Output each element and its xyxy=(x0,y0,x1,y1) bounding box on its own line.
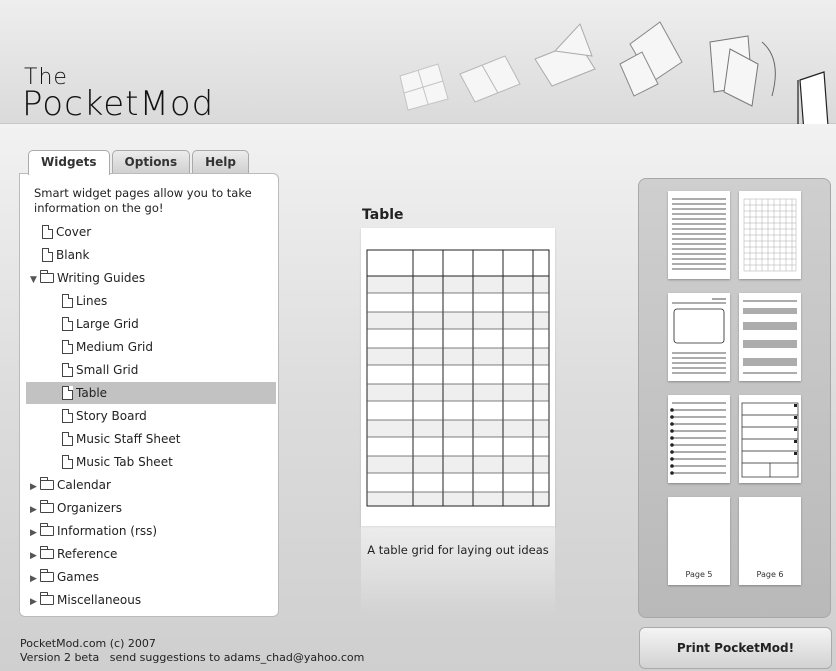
preview-page xyxy=(361,228,555,526)
page-thumb-8[interactable]: Page 6 xyxy=(739,497,801,585)
folder-icon xyxy=(40,477,54,490)
tree-item-label: Cover xyxy=(56,225,92,239)
collapse-arrow-icon[interactable]: ▶ xyxy=(30,591,40,613)
logo-name-text: PocketMod xyxy=(22,84,215,124)
tree-item-label: Miscellaneous xyxy=(57,593,142,607)
page-icon xyxy=(62,340,73,354)
folder-icon xyxy=(40,523,54,536)
page-5-label: Page 5 xyxy=(685,570,713,579)
tree-item-medium-grid[interactable]: Medium Grid xyxy=(26,336,276,358)
collapse-arrow-icon[interactable]: ▶ xyxy=(30,545,40,567)
tree-item-label: Organizers xyxy=(57,501,122,515)
page-icon xyxy=(62,455,73,469)
tree-item-label: Music Staff Sheet xyxy=(76,432,181,446)
tab-help[interactable]: Help xyxy=(192,150,250,174)
footer-version: Version 2 beta send suggestions to adams… xyxy=(20,651,365,664)
collapse-arrow-icon[interactable]: ▶ xyxy=(30,499,40,521)
tab-widgets[interactable]: Widgets xyxy=(28,150,110,175)
footer-copyright: PocketMod.com (c) 2007 xyxy=(20,637,156,650)
page-thumb-1[interactable] xyxy=(668,191,730,279)
tree-item-label: Calendar xyxy=(57,478,111,492)
page-thumb-5[interactable] xyxy=(668,395,730,483)
folder-icon xyxy=(40,546,54,559)
story-board-thumb-graphic xyxy=(672,298,726,374)
pocketmod-pages-panel: Page 5 Page 6 xyxy=(638,178,831,618)
page-icon xyxy=(62,363,73,377)
tree-folder-writing-guides[interactable]: ▼ Writing Guides xyxy=(26,267,276,289)
small-grid-thumb-graphic xyxy=(743,198,797,272)
tree-item-label: Writing Guides xyxy=(57,271,146,285)
footer: PocketMod.com (c) 2007 Version 2 beta se… xyxy=(20,637,364,665)
widget-intro-text: Smart widget pages allow you to take inf… xyxy=(34,186,252,215)
tree-folder-miscellaneous[interactable]: ▶ Miscellaneous xyxy=(26,589,276,611)
sidebar-tabs: Widgets Options Help xyxy=(28,150,251,175)
expand-arrow-icon[interactable]: ▼ xyxy=(30,269,40,291)
page-icon xyxy=(42,225,53,239)
page-icon xyxy=(62,409,73,423)
page-thumb-6[interactable] xyxy=(739,395,801,483)
lined-list-thumb-graphic xyxy=(670,402,726,475)
page-icon xyxy=(62,386,73,400)
page-icon xyxy=(62,317,73,331)
folding-steps-illustration xyxy=(399,21,829,124)
organizer-thumb-graphic xyxy=(741,402,799,478)
print-pocketmod-button[interactable]: Print PocketMod! xyxy=(639,627,832,669)
tree-folder-organizers[interactable]: ▶ Organizers xyxy=(26,497,276,519)
collapse-arrow-icon[interactable]: ▶ xyxy=(30,522,40,544)
tree-item-cover[interactable]: Cover xyxy=(26,221,276,243)
folder-icon xyxy=(40,500,54,513)
folder-icon xyxy=(40,592,54,605)
page-6-label: Page 6 xyxy=(756,570,784,579)
page-thumb-4[interactable] xyxy=(739,293,801,381)
tree-item-story-board[interactable]: Story Board xyxy=(26,405,276,427)
tree-folder-reference[interactable]: ▶ Reference xyxy=(26,543,276,565)
tree-folder-information-rss[interactable]: ▶ Information (rss) xyxy=(26,520,276,542)
tree-item-large-grid[interactable]: Large Grid xyxy=(26,313,276,335)
tree-item-label: Lines xyxy=(76,294,108,308)
page-icon xyxy=(62,294,73,308)
tree-folder-calendar[interactable]: ▶ Calendar xyxy=(26,474,276,496)
preview-reflection xyxy=(361,526,555,616)
preview-caption: A table grid for laying out ideas xyxy=(367,543,549,557)
header-banner: The PocketMod xyxy=(0,0,836,124)
tree-item-music-tab-sheet[interactable]: Music Tab Sheet xyxy=(26,451,276,473)
widget-tree-panel: Smart widget pages allow you to take inf… xyxy=(19,173,279,617)
page-thumb-7[interactable]: Page 5 xyxy=(668,497,730,585)
tree-folder-games[interactable]: ▶ Games xyxy=(26,566,276,588)
collapse-arrow-icon[interactable]: ▶ xyxy=(30,568,40,590)
tree-item-label: Music Tab Sheet xyxy=(76,455,173,469)
folder-icon xyxy=(40,569,54,582)
page-icon xyxy=(42,248,53,262)
tree-item-label: Small Grid xyxy=(76,363,139,377)
collapse-arrow-icon[interactable]: ▶ xyxy=(30,476,40,498)
music-staff-thumb-graphic xyxy=(743,300,797,374)
tree-item-label: Table xyxy=(76,386,108,400)
tree-item-label: Games xyxy=(57,570,99,584)
page-icon xyxy=(62,432,73,446)
lines-thumb-graphic xyxy=(672,198,726,270)
tree-item-label: Medium Grid xyxy=(76,340,153,354)
tree-item-label: Reference xyxy=(57,547,118,561)
table-grid-preview xyxy=(366,249,550,507)
tree-item-label: Blank xyxy=(56,248,90,262)
preview-title: Table xyxy=(362,207,404,223)
folder-open-icon xyxy=(40,270,54,283)
tree-item-label: Story Board xyxy=(76,409,147,423)
tree-item-blank[interactable]: Blank xyxy=(26,244,276,266)
page-thumb-3[interactable] xyxy=(668,293,730,381)
tab-options[interactable]: Options xyxy=(111,150,191,174)
tree-item-label: Large Grid xyxy=(76,317,139,331)
tree-item-table[interactable]: Table xyxy=(26,382,276,404)
tree-item-small-grid[interactable]: Small Grid xyxy=(26,359,276,381)
page-thumb-2[interactable] xyxy=(739,191,801,279)
tree-item-music-staff-sheet[interactable]: Music Staff Sheet xyxy=(26,428,276,450)
tree-item-label: Information (rss) xyxy=(57,524,158,538)
tree-item-lines[interactable]: Lines xyxy=(26,290,276,312)
